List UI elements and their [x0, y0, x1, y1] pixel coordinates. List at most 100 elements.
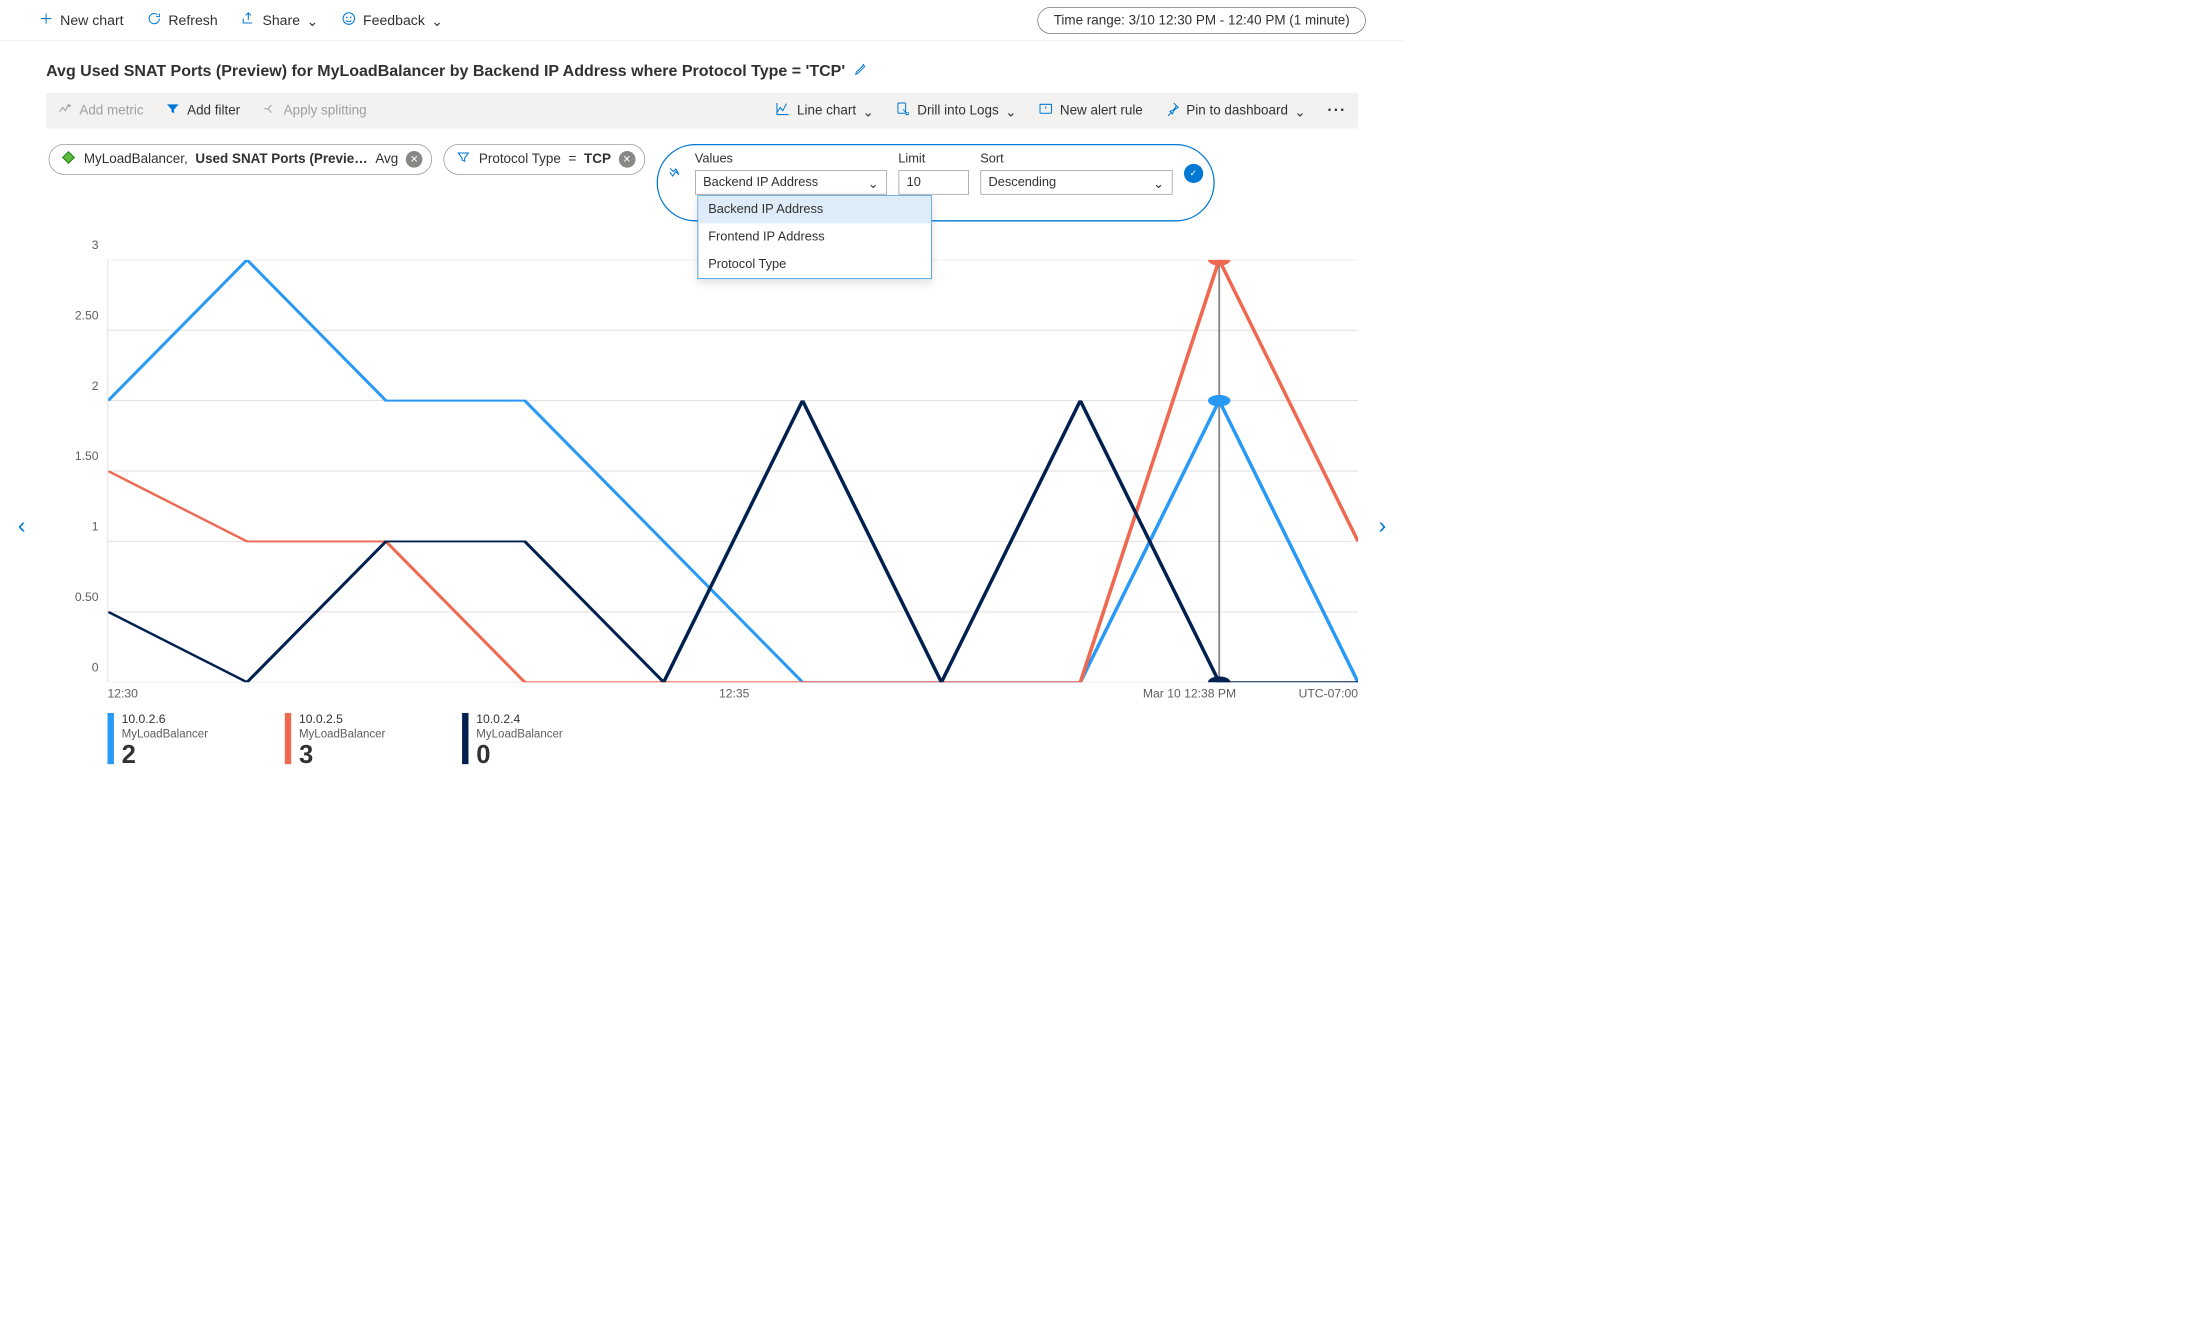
x-hover-label: Mar 10 12:38 PM: [1143, 687, 1236, 701]
legend-ip: 10.0.2.6: [122, 713, 208, 727]
legend-item[interactable]: 10.0.2.4 MyLoadBalancer 0: [462, 713, 563, 769]
x-axis: 12:30 12:35 Mar 10 12:38 PM UTC-07:00: [46, 682, 1358, 701]
filter-chip-key: Protocol Type: [479, 152, 561, 167]
refresh-button[interactable]: Refresh: [147, 11, 218, 30]
filter-chip-op: =: [569, 152, 577, 167]
navchev-left[interactable]: ‹: [18, 512, 26, 539]
legend-value: 3: [299, 740, 385, 769]
y-tick: 2.50: [75, 309, 99, 323]
legend-color-swatch: [108, 713, 114, 764]
filter-icon: [456, 150, 471, 169]
chevron-down-icon: ⌄: [868, 176, 879, 192]
values-select[interactable]: Backend IP Address ⌄: [695, 170, 887, 194]
new-alert-button[interactable]: New alert rule: [1038, 101, 1143, 120]
legend: 10.0.2.6 MyLoadBalancer 2 10.0.2.5 MyLoa…: [46, 701, 1358, 769]
legend-item[interactable]: 10.0.2.5 MyLoadBalancer 3: [285, 713, 386, 769]
limit-input[interactable]: 10: [898, 170, 968, 194]
time-range-text: Time range: 3/10 12:30 PM - 12:40 PM (1 …: [1054, 12, 1350, 27]
y-tick: 3: [92, 239, 99, 253]
pin-dashboard-button[interactable]: Pin to dashboard ⌄: [1165, 101, 1306, 120]
chart-type-select[interactable]: Line chart ⌄: [775, 101, 873, 120]
filter-chip-val: TCP: [584, 152, 611, 167]
split-config-panel: Values Backend IP Address ⌄ Limit 10 Sor…: [656, 144, 1214, 221]
apply-splitting-button[interactable]: Apply splitting: [262, 101, 367, 120]
split-icon: [262, 101, 277, 120]
legend-ip: 10.0.2.5: [299, 713, 385, 727]
logs-icon: [895, 101, 910, 120]
chart-toolbar: Add metric Add filter Apply splitting Li…: [46, 93, 1358, 129]
legend-item[interactable]: 10.0.2.6 MyLoadBalancer 2: [108, 713, 209, 769]
sort-selected: Descending: [989, 175, 1057, 190]
metric-chip-resource: MyLoadBalancer,: [84, 152, 188, 167]
values-dropdown: Backend IP Address Frontend IP Address P…: [697, 195, 931, 279]
dropdown-option[interactable]: Backend IP Address: [698, 196, 931, 224]
add-metric-label: Add metric: [79, 103, 143, 118]
x-timezone: UTC-07:00: [1299, 687, 1358, 701]
drill-logs-button[interactable]: Drill into Logs ⌄: [895, 101, 1016, 120]
chevron-down-icon: ⌄: [862, 104, 873, 120]
add-filter-label: Add filter: [187, 103, 240, 118]
feedback-icon: [341, 11, 356, 30]
pin-dashboard-label: Pin to dashboard: [1186, 103, 1288, 118]
y-tick: 2: [92, 380, 99, 394]
dropdown-option[interactable]: Frontend IP Address: [698, 223, 931, 251]
filter-icon: [165, 101, 180, 120]
feedback-label: Feedback: [363, 12, 425, 29]
filter-chip[interactable]: Protocol Type = TCP ✕: [444, 144, 645, 175]
refresh-label: Refresh: [168, 12, 217, 29]
drill-logs-label: Drill into Logs: [917, 103, 998, 118]
x-tick: 12:35: [719, 687, 1132, 701]
y-tick: 0.50: [75, 591, 99, 605]
x-tick: 12:30: [108, 687, 708, 701]
new-chart-label: New chart: [60, 12, 123, 29]
legend-value: 2: [122, 740, 208, 769]
chart-type-label: Line chart: [797, 103, 856, 118]
chevron-down-icon: ⌄: [1294, 104, 1305, 120]
pin-icon: [1165, 101, 1180, 120]
resource-icon: [61, 150, 76, 169]
time-range-selector[interactable]: Time range: 3/10 12:30 PM - 12:40 PM (1 …: [1038, 7, 1366, 34]
y-tick: 1.50: [75, 450, 99, 464]
chevron-down-icon: ⌄: [431, 13, 443, 30]
chart-title-text: Avg Used SNAT Ports (Preview) for MyLoad…: [46, 62, 845, 81]
y-tick: 0: [92, 661, 99, 675]
share-button[interactable]: Share ⌄: [241, 11, 319, 30]
refresh-icon: [147, 11, 162, 30]
add-filter-button[interactable]: Add filter: [165, 101, 240, 120]
edit-title-icon[interactable]: [853, 61, 868, 81]
navchev-right[interactable]: ›: [1379, 512, 1387, 539]
values-selected: Backend IP Address: [703, 175, 818, 190]
more-menu-button[interactable]: ···: [1327, 102, 1346, 120]
legend-resource: MyLoadBalancer: [476, 727, 562, 740]
limit-value: 10: [907, 175, 921, 190]
remove-metric-icon[interactable]: ✕: [406, 151, 423, 168]
limit-label: Limit: [898, 152, 968, 167]
legend-ip: 10.0.2.4: [476, 713, 562, 727]
apply-split-button[interactable]: ✓: [1184, 164, 1203, 183]
chart-plot: 0 0.50 1 1.50 2 2.50 3: [46, 260, 1358, 682]
metric-chip[interactable]: MyLoadBalancer, Used SNAT Ports (Previe……: [49, 144, 433, 175]
chart-title: Avg Used SNAT Ports (Preview) for MyLoad…: [46, 56, 1358, 92]
dropdown-option[interactable]: Protocol Type: [698, 251, 931, 279]
add-metric-button[interactable]: Add metric: [58, 101, 144, 120]
feedback-button[interactable]: Feedback ⌄: [341, 11, 443, 30]
linechart-icon: [775, 101, 790, 120]
legend-color-swatch: [462, 713, 468, 764]
chevron-down-icon: ⌄: [1153, 176, 1164, 192]
alert-icon: [1038, 101, 1053, 120]
hover-dot: [1208, 260, 1230, 266]
apply-splitting-label: Apply splitting: [284, 103, 367, 118]
y-axis: 0 0.50 1 1.50 2 2.50 3: [46, 260, 107, 682]
remove-filter-icon[interactable]: ✕: [619, 151, 636, 168]
y-tick: 1: [92, 520, 99, 534]
chevron-down-icon: ⌄: [1005, 104, 1016, 120]
top-command-bar: New chart Refresh Share ⌄ Feedback ⌄ Tim…: [0, 0, 1404, 41]
hover-dot: [1208, 395, 1230, 407]
legend-color-swatch: [285, 713, 291, 764]
config-chips-row: MyLoadBalancer, Used SNAT Ports (Previe……: [46, 144, 1358, 221]
values-label: Values: [695, 152, 887, 167]
sort-select[interactable]: Descending ⌄: [980, 170, 1172, 194]
sort-label: Sort: [980, 152, 1172, 167]
new-chart-button[interactable]: New chart: [38, 11, 123, 30]
plot-canvas[interactable]: [108, 260, 1359, 682]
